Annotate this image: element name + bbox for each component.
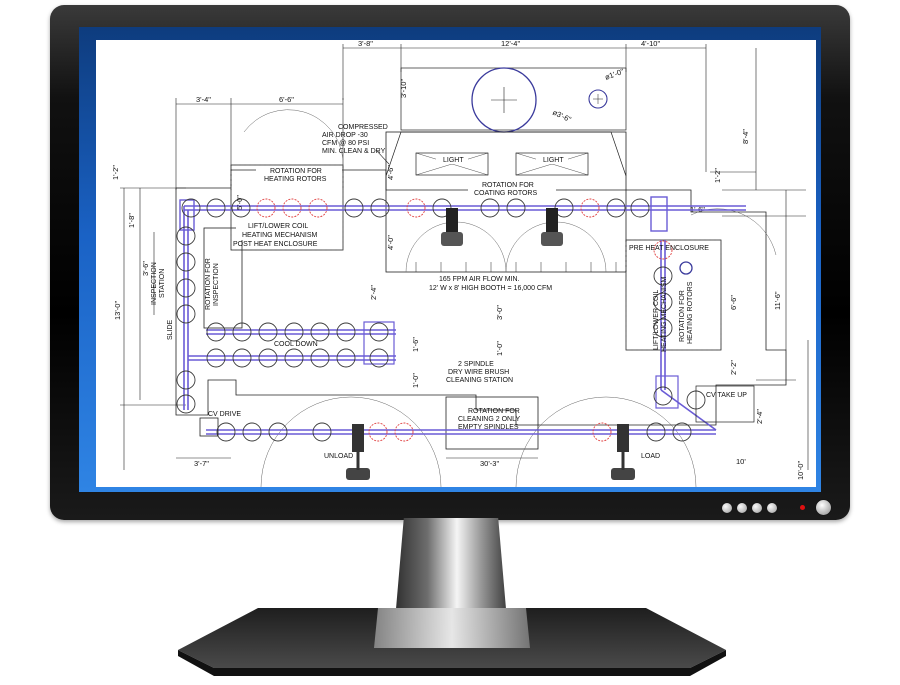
airflow-arrows (415, 262, 617, 272)
light-right-label: LIGHT (543, 157, 564, 164)
lift-lower-left-line1: LIFT/LOWER COIL (248, 223, 308, 230)
up-button[interactable] (752, 502, 762, 513)
robot-icon-left (441, 208, 463, 246)
rotation-coating-line1: ROTATION FOR (482, 182, 534, 189)
dry-wire-brush-line2: DRY WIRE BRUSH (448, 369, 509, 376)
light-left-label: LIGHT (443, 157, 464, 164)
dim-right-7: 2'-4" (755, 409, 764, 424)
dim-bottom-1: 3'-7" (194, 459, 209, 468)
dim-left-2: 1'-8" (127, 213, 136, 228)
dim-left-1: 1'-2" (111, 165, 120, 180)
inspection-station-line2: STATION (159, 269, 166, 298)
dim-left-4: 13'-0" (113, 301, 122, 320)
pre-heat-label: PRE HEAT ENCLOSURE (629, 245, 709, 252)
lift-lower-left-line2: HEATING MECHANISM (242, 232, 317, 239)
input-button[interactable] (767, 502, 777, 513)
top-dimension-lines (175, 44, 707, 190)
inspection-station-line1: INSPECTION (151, 262, 158, 305)
dim-inner-1: 5'-0" (235, 195, 244, 210)
cleaning-station-box (445, 396, 539, 450)
lift-lower-right-line2: HEATING MECHANISM (661, 277, 668, 352)
dim-inner-4: 2'-4" (369, 285, 378, 300)
dim-top-3: 4'-10" (641, 40, 660, 48)
spindles-left-column (176, 226, 196, 414)
pre-heat-enclosure (625, 239, 722, 351)
load-label: LOAD (641, 453, 660, 460)
dry-wire-brush-line1: 2 SPINDLE (458, 361, 494, 368)
unload-label: UNLOAD (324, 453, 353, 460)
upper-booth-outline (400, 67, 627, 131)
rotation-inspection-line1: ROTATION FOR (205, 258, 212, 310)
dim-right-2: 1'-2" (713, 168, 722, 183)
right-dimension-lines (710, 48, 809, 470)
menu-button[interactable] (722, 502, 732, 513)
airflow-line2: 12' W x 8' HIGH BOOTH = 16,000 CFM (429, 285, 552, 292)
power-button[interactable] (816, 500, 831, 515)
compressed-air-line1: COMPRESSED (338, 124, 388, 131)
dim-second-2: 6'-6" (279, 95, 294, 104)
robot-icon-load (611, 424, 635, 480)
robot-icon-right (541, 208, 563, 246)
down-button[interactable] (737, 502, 747, 513)
robot-icon-unload (346, 424, 370, 480)
dim-circle-large: ø3'-6" (551, 108, 573, 125)
cv-drive-label: CV DRIVE (208, 411, 241, 418)
power-led-icon (800, 505, 805, 510)
dim-right-4: 11'-6" (773, 291, 782, 310)
compressed-air-line3: CFM @ 80 PSI (322, 140, 369, 147)
rotation-inspection-line2: INSPECTION (213, 263, 220, 306)
dim-circle-small: ø1'-0" (604, 67, 626, 82)
dry-wire-brush-line3: CLEANING STATION (446, 377, 513, 384)
compressed-air-line4: MIN. CLEAN & DRY (322, 148, 386, 155)
dim-inner-3: 4'-0" (386, 235, 395, 250)
rotation-cleaning-line1: ROTATION FOR (468, 408, 520, 415)
compressed-air-line2: AIR DROP -30 (322, 132, 368, 139)
dim-inner-6: 1'-0" (495, 341, 504, 356)
monitor-stand-base (178, 608, 726, 676)
dim-left-3: 3'-6" (141, 261, 150, 276)
dim-circle-height: 3'-10" (399, 79, 408, 98)
rotation-cleaning-line3: EMPTY SPINDLES (458, 424, 519, 431)
cad-drawing-svg: 3'-8" 12'-4" 4'-10" 3'-4" 6'-6" 3'-10" ø… (111, 40, 809, 487)
monitor-control-panel (722, 500, 831, 515)
cool-down-label: COOL DOWN (274, 341, 318, 348)
dim-top-1: 3'-8" (358, 40, 373, 48)
airflow-line1: 165 FPM AIR FLOW MIN. (439, 276, 520, 283)
lift-lower-right-line1: LIFT/LOWER COIL (653, 290, 660, 350)
dim-inner-2: 4'-6" (386, 165, 395, 180)
dim-top-2: 12'-4" (501, 40, 520, 48)
rotation-heating-line1: ROTATION FOR (270, 168, 322, 175)
rotation-coating-line2: COATING ROTORS (474, 190, 537, 197)
rotation-heating-line2: HEATING ROTORS (264, 176, 327, 183)
dim-bottom-2: 30'-3" (480, 459, 499, 468)
dim-right-1: 8'-4" (741, 129, 750, 144)
rotation-cleaning-line2: CLEANING 2 ONLY (458, 416, 520, 423)
compressed-air-note: COMPRESSED AIR DROP -30 CFM @ 80 PSI MIN… (322, 124, 388, 155)
dim-right-5: 6'-6" (729, 295, 738, 310)
dim-left-5: 1'-6" (411, 337, 420, 352)
cv-take-up-label: CV TAKE UP (706, 392, 747, 399)
rotation-heating-right-line2: HEATING ROTORS (687, 281, 694, 344)
dim-second-1: 3'-4" (196, 95, 211, 104)
rotation-heating-right-line1: ROTATION FOR (679, 290, 686, 342)
dim-inner-7: 10' (736, 457, 746, 466)
dim-left-6: 1'-0" (411, 373, 420, 388)
cad-drawing[interactable]: 3'-8" 12'-4" 4'-10" 3'-4" 6'-6" 3'-10" ø… (96, 40, 816, 487)
dim-inner-5: 3'-0" (495, 305, 504, 320)
slide-label: SLIDE (167, 319, 174, 340)
dim-right-6: 2'-2" (729, 360, 738, 375)
post-heat-label: POST HEAT ENCLOSURE (233, 241, 318, 248)
spindles-top-row (181, 198, 650, 218)
dim-right-8: 10'-0" (796, 461, 805, 480)
